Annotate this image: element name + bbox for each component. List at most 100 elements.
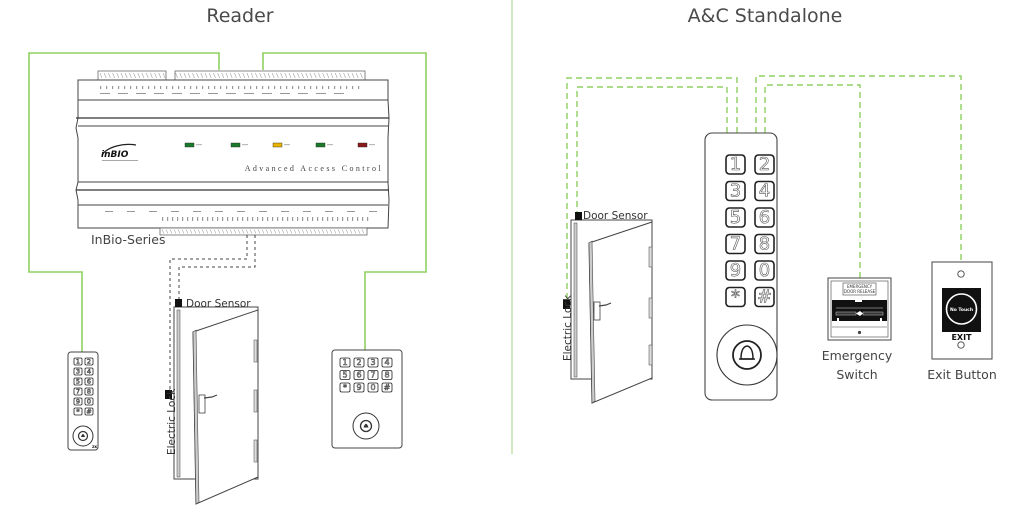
keypad-key: 7 bbox=[725, 233, 746, 255]
key-label: 3 bbox=[370, 358, 375, 367]
key-label: 4 bbox=[87, 367, 91, 375]
keypad-key: 6 bbox=[754, 207, 775, 228]
keypad-key: 0 bbox=[367, 382, 379, 393]
key-label: 8 bbox=[759, 233, 770, 254]
inbio-controller: inBIO Advanced Access Control bbox=[75, 70, 390, 236]
status-led bbox=[315, 142, 326, 148]
svg-text:DOOR RELEASE: DOOR RELEASE bbox=[844, 289, 876, 294]
door-sensor-label-left: Door Sensor bbox=[186, 298, 251, 310]
keypad-key: 7 bbox=[73, 387, 83, 396]
key-label: 6 bbox=[356, 371, 361, 380]
door-sensor-marker bbox=[175, 299, 182, 307]
key-label: 1 bbox=[342, 358, 347, 367]
status-led bbox=[184, 142, 195, 148]
keypad-key: 2 bbox=[84, 357, 94, 366]
key-label: 6 bbox=[759, 207, 770, 228]
keypad-key: 3 bbox=[73, 367, 83, 376]
panel-title-standalone: A&C Standalone bbox=[688, 5, 843, 27]
exit-button-label: Exit Button bbox=[927, 367, 997, 382]
key-label: 5 bbox=[730, 207, 741, 228]
key-label: 7 bbox=[370, 371, 375, 380]
key-label: * bbox=[731, 286, 740, 307]
key-label: 3 bbox=[730, 180, 741, 201]
key-label: 2 bbox=[356, 358, 361, 367]
key-label: 5 bbox=[342, 371, 347, 380]
keypad-key: 2 bbox=[353, 357, 365, 368]
keypad-key: # bbox=[754, 286, 775, 308]
top-terminal-blocks bbox=[97, 70, 366, 81]
keypad-key: * bbox=[725, 286, 746, 308]
key-label: 9 bbox=[730, 260, 741, 281]
exit-text: EXIT bbox=[951, 333, 972, 342]
door-right bbox=[563, 212, 653, 404]
keypad-key: * bbox=[73, 407, 83, 416]
keypad-key: 4 bbox=[84, 367, 94, 376]
keypad-key: 9 bbox=[73, 397, 83, 406]
key-label: 3 bbox=[76, 367, 80, 375]
keypad-key: 9 bbox=[725, 260, 746, 281]
key-label: 8 bbox=[87, 387, 91, 395]
key-label: 0 bbox=[87, 397, 91, 405]
key-label: 0 bbox=[370, 383, 375, 392]
logo-text: inBIO bbox=[101, 150, 129, 160]
led-label bbox=[284, 144, 290, 146]
keypad-key: 1 bbox=[725, 154, 746, 175]
keypad-key: 4 bbox=[381, 357, 393, 368]
key-label: # bbox=[384, 383, 391, 392]
key-label: * bbox=[343, 383, 347, 392]
brand-text: Advanced Access Control bbox=[245, 164, 383, 173]
keypad-key: 6 bbox=[353, 370, 365, 380]
slim-keypad-reader: 1 23 45 67 89 0 * # ZK bbox=[67, 351, 99, 451]
led-label bbox=[327, 144, 333, 146]
key-label: # bbox=[86, 407, 91, 415]
wide-keypad-reader: 1 2 3 4 5 6 7 8 * 9 0 # bbox=[331, 349, 403, 449]
led-label bbox=[196, 144, 202, 146]
key-label: 8 bbox=[384, 371, 389, 380]
led-label bbox=[369, 144, 375, 146]
keypad-key: 5 bbox=[725, 207, 746, 228]
keypad-key: 5 bbox=[339, 370, 351, 380]
keypad-key: 4 bbox=[754, 180, 775, 202]
keypad-key: 6 bbox=[84, 377, 94, 386]
electric-lock-label-right: Electric Lock bbox=[562, 294, 574, 361]
panel-title-reader: Reader bbox=[206, 5, 273, 27]
keypad-key: # bbox=[84, 407, 94, 416]
key-label: 2 bbox=[87, 357, 91, 365]
door-sensor-marker bbox=[575, 212, 582, 220]
key-label: 9 bbox=[76, 397, 80, 405]
exit-button: No Touch EXIT bbox=[931, 261, 993, 360]
key-label: # bbox=[757, 286, 772, 307]
led-label bbox=[242, 144, 248, 146]
no-touch-text: No Touch bbox=[950, 307, 973, 313]
keypad-key: 8 bbox=[754, 233, 775, 255]
keypad-key: 7 bbox=[367, 370, 379, 380]
electric-lock-label-left: Electric Lock bbox=[166, 388, 178, 455]
emergency-switch-label-line1: Emergency bbox=[822, 348, 893, 363]
status-led bbox=[230, 142, 241, 148]
door-left bbox=[165, 299, 259, 505]
key-label: 9 bbox=[356, 383, 361, 392]
standalone-keypad: 1 23 45 67 89 0 * # bbox=[704, 132, 778, 401]
keypad-key: 1 bbox=[73, 357, 83, 366]
keypad-key: 1 bbox=[339, 357, 351, 368]
keypad-key: 0 bbox=[84, 397, 94, 406]
status-led bbox=[272, 142, 283, 148]
key-label: 1 bbox=[730, 154, 741, 175]
key-label: 7 bbox=[730, 233, 741, 254]
key-label: 7 bbox=[76, 387, 80, 395]
key-label: 4 bbox=[384, 358, 389, 367]
keypad-key: 8 bbox=[381, 370, 393, 380]
keypad-key: * bbox=[339, 382, 351, 393]
keypad-key: 8 bbox=[84, 387, 94, 396]
door-sensor-label-right: Door Sensor bbox=[583, 210, 648, 222]
emergency-switch-label-line2: Switch bbox=[836, 367, 877, 382]
keypad-key: 5 bbox=[73, 377, 83, 386]
keypad-key: 2 bbox=[754, 154, 775, 175]
controller-series-label: InBio-Series bbox=[91, 232, 166, 247]
key-label: 1 bbox=[76, 357, 80, 365]
status-led bbox=[357, 142, 368, 148]
key-label: 5 bbox=[76, 377, 80, 385]
keypad-key: 0 bbox=[754, 260, 775, 281]
bell-icon bbox=[740, 345, 754, 360]
wiring-diagram: Reader inBIO Advanced Access Control InB… bbox=[28, 0, 997, 505]
